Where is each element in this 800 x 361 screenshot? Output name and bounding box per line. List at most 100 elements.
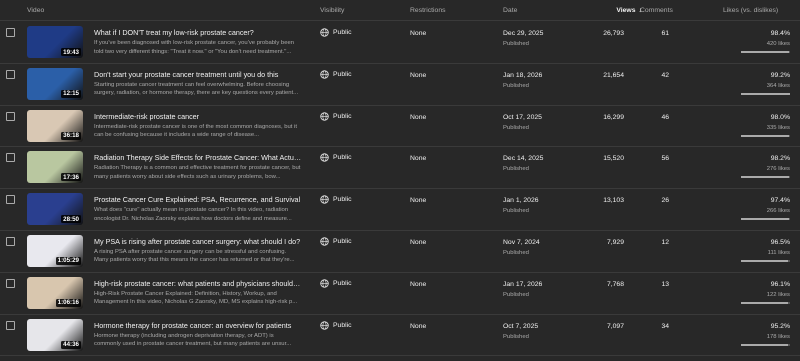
duration-badge: 28:50	[61, 215, 81, 224]
globe-icon	[320, 70, 329, 79]
video-title[interactable]: Hormone therapy for prostate cancer: an …	[94, 321, 302, 330]
duration-badge: 44:36	[61, 340, 81, 349]
likes-ratio-bar	[741, 218, 790, 221]
video-title[interactable]: Don't start your prostate cancer treatme…	[94, 70, 302, 79]
video-description: What does "cure" actually mean in prosta…	[94, 207, 292, 222]
views-count: 7,929	[606, 238, 624, 246]
date-value: Jan 17, 2026	[503, 280, 543, 288]
table-row[interactable]: 1:06:16 High-risk prostate cancer: what …	[0, 273, 800, 315]
restrictions-value: None	[410, 71, 427, 79]
comments-count: 34	[661, 322, 669, 330]
video-title[interactable]: Intermediate-risk prostate cancer	[94, 112, 302, 121]
publish-status: Published	[503, 124, 529, 131]
comments-count: 12	[661, 238, 669, 246]
video-thumbnail[interactable]: 1:05:29	[27, 234, 83, 267]
restrictions-value: None	[410, 155, 427, 163]
likes-ratio-bar	[741, 92, 790, 95]
row-checkbox[interactable]	[6, 153, 15, 163]
likes-percentage: 98.2%	[770, 155, 790, 163]
date-column-header[interactable]: Date	[503, 7, 517, 14]
table-row[interactable]: 17:36 Radiation Therapy Side Effects for…	[0, 147, 800, 190]
row-checkbox[interactable]	[6, 278, 15, 288]
row-checkbox[interactable]	[6, 28, 15, 37]
duration-badge: 36:18	[61, 131, 81, 140]
video-thumbnail[interactable]: 19:43	[27, 26, 83, 58]
restrictions-value: None	[410, 322, 427, 330]
video-description: Radiation Therapy is a common and effect…	[94, 165, 301, 180]
restrictions-column-header[interactable]: Restrictions	[410, 7, 446, 14]
row-checkbox[interactable]	[6, 111, 15, 121]
video-description: High-Risk Prostate Cancer Explained: Def…	[94, 290, 298, 306]
likes-ratio-fill	[741, 176, 790, 179]
globe-icon	[320, 111, 329, 121]
visibility-label: Public	[333, 70, 352, 78]
video-column-header: Video	[27, 7, 45, 14]
video-title[interactable]: What if I DON'T treat my low-risk prosta…	[94, 28, 302, 37]
row-checkbox[interactable]	[6, 195, 15, 205]
visibility-label: Public	[333, 321, 352, 329]
visibility-cell[interactable]: Public	[320, 279, 352, 288]
table-row[interactable]: 44:36 Hormone therapy for prostate cance…	[0, 315, 800, 357]
video-description: Hormone therapy (including androgen depr…	[94, 332, 292, 348]
publish-status: Published	[503, 41, 529, 47]
table-row[interactable]: 1:05:29 My PSA is rising after prostate …	[0, 231, 800, 273]
likes-ratio-bar	[741, 51, 790, 53]
table-row[interactable]: 36:18 Intermediate-risk prostate cancer …	[0, 106, 800, 148]
video-description: If you've been diagnosed with low-risk p…	[94, 40, 295, 55]
views-count: 7,768	[606, 280, 624, 288]
video-thumbnail[interactable]: 17:36	[27, 151, 83, 184]
visibility-label: Public	[333, 29, 352, 36]
comments-column-header[interactable]: Comments	[640, 7, 673, 14]
visibility-cell[interactable]: Public	[320, 320, 352, 330]
publish-status: Published	[503, 208, 529, 215]
restrictions-value: None	[410, 30, 427, 37]
video-title[interactable]: Prostate Cancer Cure Explained: PSA, Rec…	[94, 195, 302, 204]
video-thumbnail[interactable]: 1:06:16	[27, 276, 83, 309]
duration-badge: 12:15	[61, 89, 81, 98]
likes-ratio-bar	[741, 259, 790, 262]
video-title[interactable]: My PSA is rising after prostate cancer s…	[94, 237, 302, 246]
visibility-cell[interactable]: Public	[320, 70, 352, 79]
duration-badge: 1:05:29	[55, 256, 81, 265]
views-column-header[interactable]: Views ↓	[598, 7, 642, 14]
row-checkbox[interactable]	[6, 320, 15, 330]
views-count: 15,520	[603, 155, 624, 163]
visibility-cell[interactable]: Public	[320, 111, 352, 121]
visibility-label: Public	[333, 196, 352, 204]
video-title[interactable]: High-risk prostate cancer: what patients…	[94, 279, 302, 288]
date-value: Jan 18, 2026	[503, 71, 543, 79]
table-row[interactable]: 19:43 What if I DON'T treat my low-risk …	[0, 22, 800, 64]
likes-column-header[interactable]: Likes (vs. dislikes)	[723, 7, 778, 14]
likes-percentage: 98.0%	[770, 113, 790, 121]
video-description: A rising PSA after prostate cancer surge…	[94, 248, 295, 264]
views-count: 21,654	[603, 71, 624, 79]
visibility-cell[interactable]: Public	[320, 195, 352, 204]
likes-ratio-bar	[741, 134, 790, 137]
table-row[interactable]: 28:50 Prostate Cancer Cure Explained: PS…	[0, 189, 800, 231]
globe-icon	[320, 28, 329, 37]
video-thumbnail[interactable]: 12:15	[27, 67, 83, 100]
comments-count: 46	[661, 113, 669, 121]
likes-count: 122 likes	[766, 291, 790, 298]
publish-status: Published	[503, 249, 529, 256]
likes-percentage: 99.2%	[770, 71, 790, 79]
table-row[interactable]: 12:15 Don't start your prostate cancer t…	[0, 64, 800, 106]
views-count: 26,793	[603, 30, 624, 37]
visibility-cell[interactable]: Public	[320, 237, 352, 246]
comments-count: 56	[661, 155, 669, 163]
likes-count: 276 likes	[766, 166, 790, 173]
video-title[interactable]: Radiation Therapy Side Effects for Prost…	[94, 153, 302, 162]
visibility-column-header[interactable]: Visibility	[320, 7, 344, 14]
video-thumbnail[interactable]: 36:18	[27, 109, 83, 142]
video-thumbnail[interactable]: 44:36	[27, 318, 83, 351]
likes-count: 111 likes	[767, 249, 790, 256]
video-thumbnail[interactable]: 28:50	[27, 193, 83, 226]
comments-count: 13	[661, 280, 669, 288]
row-checkbox[interactable]	[6, 236, 15, 246]
likes-ratio-fill	[741, 51, 790, 53]
row-checkbox[interactable]	[6, 69, 15, 79]
likes-ratio-bar	[741, 343, 790, 346]
likes-percentage: 97.4%	[770, 197, 790, 205]
visibility-cell[interactable]: Public	[320, 28, 352, 37]
visibility-cell[interactable]: Public	[320, 153, 352, 163]
